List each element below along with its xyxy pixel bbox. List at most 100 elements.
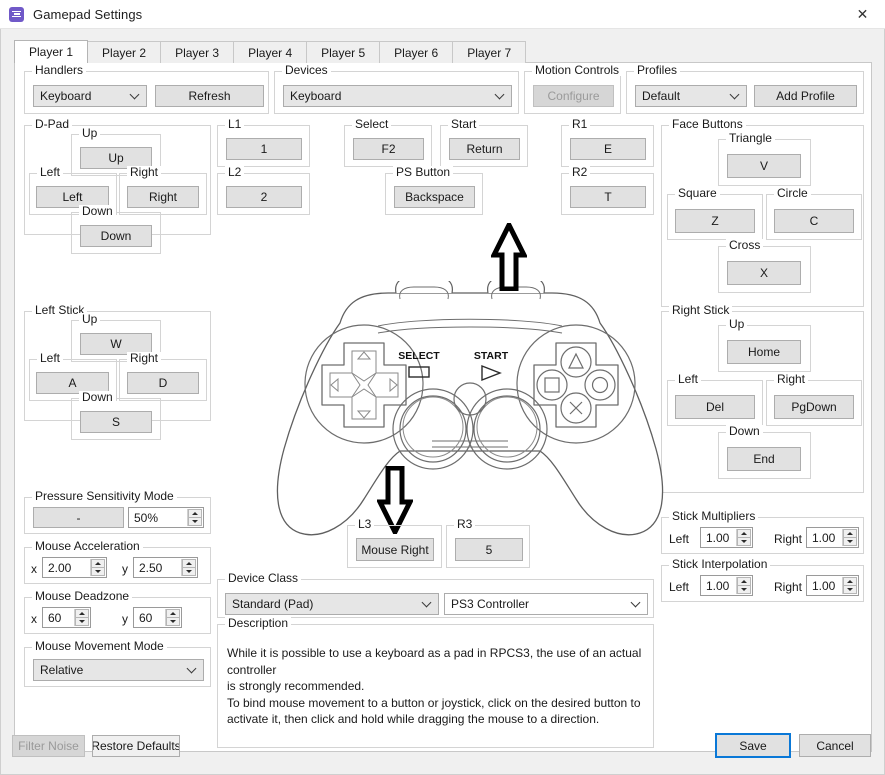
circle-button[interactable]: C — [774, 209, 854, 233]
left-stick-right-button[interactable]: D — [127, 372, 199, 394]
stepper-up-icon[interactable] — [737, 529, 751, 537]
square-button[interactable]: Z — [675, 209, 755, 233]
filter-noise-button[interactable]: Filter Noise — [12, 735, 85, 757]
mouse-movement-mode-select[interactable]: Relative — [33, 659, 204, 681]
stepper-up-icon[interactable] — [75, 609, 89, 617]
stepper-down-icon[interactable] — [75, 617, 89, 626]
mouse-accel-y-stepper[interactable]: 2.50 — [133, 557, 198, 578]
stepper-down-icon[interactable] — [166, 617, 180, 626]
stepper-up-icon[interactable] — [188, 509, 202, 517]
cancel-button[interactable]: Cancel — [799, 734, 871, 757]
r3-button[interactable]: 5 — [455, 538, 523, 561]
right-stick-right-group: Right PgDown — [766, 373, 862, 426]
mouse-deadzone-y-stepper[interactable]: 60 — [133, 607, 182, 628]
stepper-arrows[interactable] — [842, 577, 857, 594]
pressure-sensitivity-group: Pressure Sensitivity Mode - 50% — [24, 490, 211, 534]
stepper-up-icon[interactable] — [91, 559, 105, 567]
stepper-down-icon[interactable] — [843, 537, 857, 546]
stepper-down-icon[interactable] — [188, 517, 202, 526]
stick-interpolation-right-stepper[interactable]: 1.00 — [806, 575, 859, 596]
multiplier-left-label: Left — [669, 532, 690, 546]
stepper-down-icon[interactable] — [182, 567, 196, 576]
right-stick-down-button[interactable]: End — [727, 447, 801, 471]
stepper-arrows[interactable] — [736, 529, 751, 546]
restore-defaults-button[interactable]: Restore Defaults — [92, 735, 180, 757]
ps-button[interactable]: Backspace — [394, 186, 475, 208]
devices-select[interactable]: Keyboard — [283, 85, 512, 107]
stepper-down-icon[interactable] — [737, 537, 751, 546]
tab-player-6[interactable]: Player 6 — [379, 41, 454, 63]
stepper-arrows[interactable] — [74, 609, 89, 626]
stepper-arrows[interactable] — [165, 609, 180, 626]
mouse-accel-y-value: 2.50 — [139, 560, 163, 575]
mouse-accel-x-stepper[interactable]: 2.00 — [42, 557, 107, 578]
stepper-arrows[interactable] — [842, 529, 857, 546]
handlers-legend: Handlers — [32, 64, 87, 76]
cancel-label: Cancel — [816, 738, 854, 753]
stick-multiplier-right-value: 1.00 — [812, 530, 836, 545]
r1-button[interactable]: E — [570, 138, 646, 160]
tab-label: Player 1 — [29, 45, 74, 59]
circle-group: Circle C — [766, 187, 862, 240]
device-product-select[interactable]: PS3 Controller — [444, 593, 648, 615]
device-class-select[interactable]: Standard (Pad) — [225, 593, 439, 615]
add-profile-button[interactable]: Add Profile — [754, 85, 857, 107]
stepper-up-icon[interactable] — [843, 577, 857, 585]
configure-label: Configure — [547, 89, 600, 103]
left-stick-down-button[interactable]: S — [80, 411, 152, 433]
l1-button[interactable]: 1 — [226, 138, 302, 160]
select-button[interactable]: F2 — [353, 138, 424, 160]
stick-multiplier-right-stepper[interactable]: 1.00 — [806, 527, 859, 548]
mouse-deadzone-x-stepper[interactable]: 60 — [42, 607, 91, 628]
right-stick-left-value: Del — [705, 400, 724, 414]
stepper-arrows[interactable] — [187, 509, 202, 526]
profiles-select[interactable]: Default — [635, 85, 747, 107]
r1-group: R1 E — [561, 118, 654, 167]
stepper-down-icon[interactable] — [91, 567, 105, 576]
stick-interpolation-left-stepper[interactable]: 1.00 — [700, 575, 753, 596]
stepper-arrows[interactable] — [90, 559, 105, 576]
cross-button[interactable]: X — [727, 261, 801, 285]
tab-player-7[interactable]: Player 7 — [452, 41, 527, 63]
stepper-up-icon[interactable] — [737, 577, 751, 585]
configure-motion-button[interactable]: Configure — [533, 85, 614, 107]
tab-player-5[interactable]: Player 5 — [306, 41, 381, 63]
stepper-down-icon[interactable] — [843, 585, 857, 594]
close-icon[interactable]: ✕ — [840, 0, 885, 29]
tab-player-2[interactable]: Player 2 — [87, 41, 162, 63]
right-stick-left-legend: Left — [675, 373, 702, 385]
stepper-up-icon[interactable] — [166, 609, 180, 617]
dpad-right-button[interactable]: Right — [127, 186, 199, 208]
r2-button[interactable]: T — [570, 186, 646, 208]
pressure-sensitivity-button[interactable]: - — [33, 507, 124, 528]
l2-button[interactable]: 2 — [226, 186, 302, 208]
start-button[interactable]: Return — [449, 138, 520, 160]
stick-multiplier-left-stepper[interactable]: 1.00 — [700, 527, 753, 548]
refresh-button[interactable]: Refresh — [155, 85, 264, 107]
stepper-up-icon[interactable] — [182, 559, 196, 567]
stepper-arrows[interactable] — [736, 577, 751, 594]
mouse-deadzone-group: Mouse Deadzone x 60 y 60 — [24, 590, 211, 634]
right-stick-left-button[interactable]: Del — [675, 395, 755, 419]
dpad-down-button[interactable]: Down — [80, 225, 152, 247]
ps-button-value: Backspace — [405, 190, 464, 204]
tab-player-1[interactable]: Player 1 — [14, 40, 89, 63]
right-stick-up-legend: Up — [726, 318, 748, 330]
pressure-percent-stepper[interactable]: 50% — [128, 507, 204, 528]
right-stick-up-button[interactable]: Home — [727, 340, 801, 364]
handlers-select[interactable]: Keyboard — [33, 85, 147, 107]
stepper-up-icon[interactable] — [843, 529, 857, 537]
tab-player-3[interactable]: Player 3 — [160, 41, 235, 63]
l3-button[interactable]: Mouse Right — [356, 538, 434, 561]
save-button[interactable]: Save — [715, 733, 791, 758]
tab-player-4[interactable]: Player 4 — [233, 41, 308, 63]
triangle-button[interactable]: V — [727, 154, 801, 178]
stepper-arrows[interactable] — [181, 559, 196, 576]
right-stick-down-group: Down End — [718, 425, 811, 479]
select-value: F2 — [381, 142, 396, 156]
stepper-down-icon[interactable] — [737, 585, 751, 594]
cross-group: Cross X — [718, 239, 811, 293]
triangle-legend: Triangle — [726, 132, 775, 144]
right-stick-right-button[interactable]: PgDown — [774, 395, 854, 419]
left-stick-down-value: S — [111, 415, 120, 429]
